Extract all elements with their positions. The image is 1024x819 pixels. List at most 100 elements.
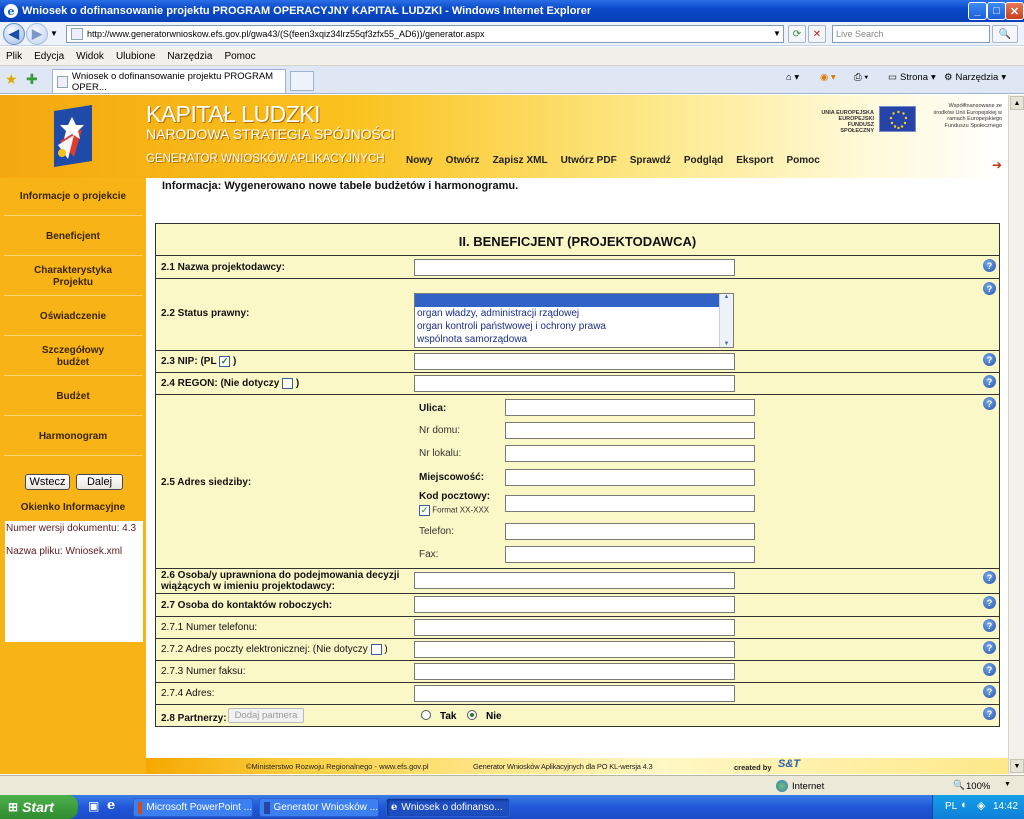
name-input[interactable] [414,259,735,276]
task-generator[interactable]: Generator Wniosków ... [259,798,379,817]
sidebar-item-project-characteristics[interactable]: Charakterystyka Projektu [4,258,142,296]
next-button[interactable]: Dalej [76,474,123,490]
menu-help[interactable]: Pomoc [224,51,255,62]
help-icon[interactable]: ? [983,685,996,698]
street-input[interactable] [505,399,755,416]
help-icon[interactable]: ? [983,707,996,720]
regon-input[interactable] [414,375,735,392]
task-ie[interactable]: e Wniosek o dofinanso... [386,798,510,817]
sidebar-item-declaration[interactable]: Oświadczenie [4,298,142,336]
vertical-scrollbar[interactable]: ▲ ▼ [1008,95,1024,774]
nav-export[interactable]: Eksport [736,155,773,166]
show-desktop-icon[interactable]: ▣ [88,799,99,813]
nav-new[interactable]: Nowy [406,155,433,166]
menu-file[interactable]: Plik [6,51,22,62]
radio-yes[interactable] [421,710,431,720]
exit-icon[interactable]: ➔ [992,158,1006,172]
add-favorites-icon[interactable]: ✚ [26,71,38,88]
address-fax-input[interactable] [505,546,755,563]
menu-tools[interactable]: Narzędzia [167,51,212,62]
scroll-up-icon[interactable]: ▲ [1010,96,1024,110]
menu-edit[interactable]: Edycja [34,51,64,62]
nav-open[interactable]: Otwórz [446,155,480,166]
print-icon[interactable]: ⎙ ▾ [854,72,868,83]
search-input[interactable]: Live Search [832,25,990,43]
authorized-person-input[interactable] [414,572,735,589]
feeds-icon[interactable]: ◉ ▾ [820,72,836,83]
sidebar-item-project-info[interactable]: Informacje o projekcie [4,178,142,216]
zoom-dropdown-icon[interactable]: ▼ [1004,781,1011,788]
address-bar[interactable]: http://www.generatorwnioskow.efs.gov.pl/… [66,25,784,43]
legal-status-select[interactable]: organ władzy, administracji rządowej org… [414,293,734,348]
refresh-icon[interactable]: ⟳ [788,25,806,43]
postcode-input[interactable] [505,495,755,512]
help-icon[interactable]: ? [983,375,996,388]
listbox-option[interactable] [415,294,733,307]
help-icon[interactable]: ? [983,596,996,609]
address-dropdown-icon[interactable]: ▼ [770,26,784,41]
flat-number-input[interactable] [505,445,755,462]
search-icon[interactable]: 🔍 [992,25,1018,43]
zoom-icon[interactable]: 🔍 [953,780,965,791]
scroll-down-icon[interactable]: ▼ [720,341,733,347]
help-icon[interactable]: ? [983,282,996,295]
menu-favorites[interactable]: Ulubione [116,51,155,62]
help-icon[interactable]: ? [983,663,996,676]
new-tab-button[interactable] [290,71,314,91]
fax-input[interactable] [414,663,735,680]
nav-help[interactable]: Pomoc [787,155,820,166]
nav-preview[interactable]: Podgląd [684,155,723,166]
help-icon[interactable]: ? [983,619,996,632]
contact-person-input[interactable] [414,596,735,613]
minimize-button[interactable]: _ [968,2,987,20]
sidebar-item-schedule[interactable]: Harmonogram [4,418,142,456]
listbox-option[interactable]: organ kontroli państwowej i ochrony praw… [415,320,733,333]
maximize-button[interactable]: □ [987,2,1006,20]
postcode-format-checkbox[interactable]: ✓ [419,505,430,516]
tools-menu[interactable]: ⚙ Narzędzia ▾ [944,72,1006,83]
forward-arrow-icon[interactable]: ▶ [26,23,48,45]
stop-icon[interactable]: ✕ [808,25,826,43]
close-button[interactable]: ✕ [1005,2,1024,20]
back-button[interactable]: Wstecz [25,474,70,490]
nav-create-pdf[interactable]: Utwórz PDF [561,155,617,166]
listbox-option[interactable]: organ władzy, administracji rządowej [415,307,733,320]
help-icon[interactable]: ? [983,641,996,654]
favorites-star-icon[interactable]: ★ [5,71,18,88]
nav-check[interactable]: Sprawdź [630,155,671,166]
regon-checkbox[interactable] [282,378,294,389]
ie-quicklaunch-icon[interactable]: e [107,798,115,813]
nip-checkbox[interactable]: ✓ [219,356,231,367]
zoom-level[interactable]: 100% [966,781,990,792]
nip-input[interactable] [414,353,735,370]
sidebar-item-detailed-budget[interactable]: Szczegółowy budżet [4,338,142,376]
email-input[interactable] [414,641,735,658]
history-dropdown-icon[interactable]: ▼ [50,29,58,38]
nav-save-xml[interactable]: Zapisz XML [493,155,548,166]
back-arrow-icon[interactable]: ◀ [3,23,25,45]
home-icon[interactable]: ⌂ ▾ [786,72,799,83]
city-input[interactable] [505,469,755,486]
sidebar-item-beneficiary[interactable]: Beneficjent [4,218,142,256]
email-checkbox[interactable] [370,644,382,655]
sidebar-item-budget[interactable]: Budżet [4,378,142,416]
help-icon[interactable]: ? [983,353,996,366]
radio-no[interactable] [467,710,477,720]
network-icon[interactable]: ◐ [961,799,968,811]
listbox-option[interactable]: wspólnota samorządowa [415,333,733,346]
page-menu[interactable]: ▭ Strona ▾ [888,72,936,83]
address-phone-input[interactable] [505,523,755,540]
task-powerpoint[interactable]: Microsoft PowerPoint ... [133,798,253,817]
menu-view[interactable]: Widok [76,51,104,62]
scroll-up-icon[interactable]: ▲ [720,294,733,300]
volume-icon[interactable]: ◈ [977,799,985,812]
help-icon[interactable]: ? [983,397,996,410]
scroll-down-icon[interactable]: ▼ [1010,759,1024,773]
contact-address-input[interactable] [414,685,735,702]
help-icon[interactable]: ? [983,259,996,272]
add-partner-button[interactable]: Dodaj partnera [228,708,304,723]
help-icon[interactable]: ? [983,571,996,584]
phone-input[interactable] [414,619,735,636]
language-indicator[interactable]: PL [945,801,957,812]
listbox-scrollbar[interactable]: ▲ ▼ [719,294,733,347]
